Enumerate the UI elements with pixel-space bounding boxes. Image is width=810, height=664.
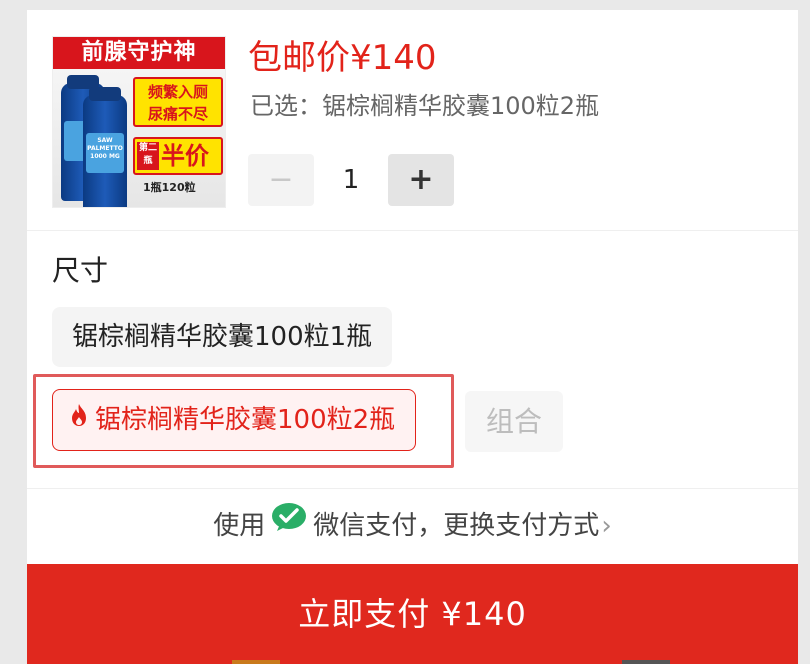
- payment-prefix: 使用: [213, 511, 266, 541]
- thumb-half-price-box: 第二瓶 半价: [133, 137, 223, 175]
- thumb-promo-line1: 频繁入厕: [147, 83, 208, 101]
- quantity-stepper: − 1 +: [248, 154, 454, 206]
- sku-popup-sheet: 前腺守护神 SAW PALMETTO 1000 MG 频繁入厕 尿痛不尽 第二瓶…: [27, 10, 798, 664]
- sku-option-label: 锯棕榈精华胶囊100粒2瓶: [95, 405, 396, 435]
- wechat-pay-icon: [271, 502, 307, 546]
- price-label: 包邮价¥140: [248, 38, 437, 78]
- divider: [27, 230, 798, 231]
- increase-quantity-button[interactable]: +: [388, 154, 454, 206]
- payment-method-text: 微信支付，更换支付方式: [313, 511, 600, 541]
- thumb-promo-line2: 尿痛不尽: [147, 105, 208, 123]
- flame-icon: [69, 389, 89, 449]
- sku-option-1-bottle[interactable]: 锯棕榈精华胶囊100粒1瓶: [52, 307, 393, 367]
- bottom-edge-marker: [232, 660, 280, 664]
- decrease-quantity-button[interactable]: −: [248, 154, 314, 206]
- bottle-image: SAW PALMETTO 1000 MG: [83, 87, 127, 207]
- chevron-right-icon: ›: [601, 511, 612, 541]
- selected-sku-text: 已选：锯棕榈精华胶囊100粒2瓶: [250, 92, 600, 120]
- product-thumbnail: 前腺守护神 SAW PALMETTO 1000 MG 频繁入厕 尿痛不尽 第二瓶…: [52, 36, 226, 208]
- sku-option-2-bottles[interactable]: 锯棕榈精华胶囊100粒2瓶: [52, 389, 417, 451]
- bottle-label-text: SAW PALMETTO 1000 MG: [87, 137, 123, 160]
- sku-option-label: 锯棕榈精华胶囊100粒1瓶: [72, 322, 373, 352]
- thumb-half-tag: 第二瓶: [137, 142, 159, 170]
- thumb-banner-text: 前腺守护神: [53, 37, 225, 69]
- quantity-value[interactable]: 1: [314, 154, 388, 206]
- bottom-edge-marker: [622, 660, 670, 664]
- divider: [27, 488, 798, 489]
- payment-method-selector[interactable]: 使用 微信支付，更换支付方式›: [27, 502, 798, 548]
- thumb-count-text: 1瓶120粒: [143, 181, 196, 194]
- combo-option-button[interactable]: 组合: [465, 391, 563, 452]
- thumb-promo-box: 频繁入厕 尿痛不尽: [133, 77, 223, 127]
- thumb-half-text: 半价: [161, 142, 209, 170]
- pay-now-button[interactable]: 立即支付 ¥140: [27, 564, 798, 664]
- spec-section-title: 尺寸: [52, 254, 109, 287]
